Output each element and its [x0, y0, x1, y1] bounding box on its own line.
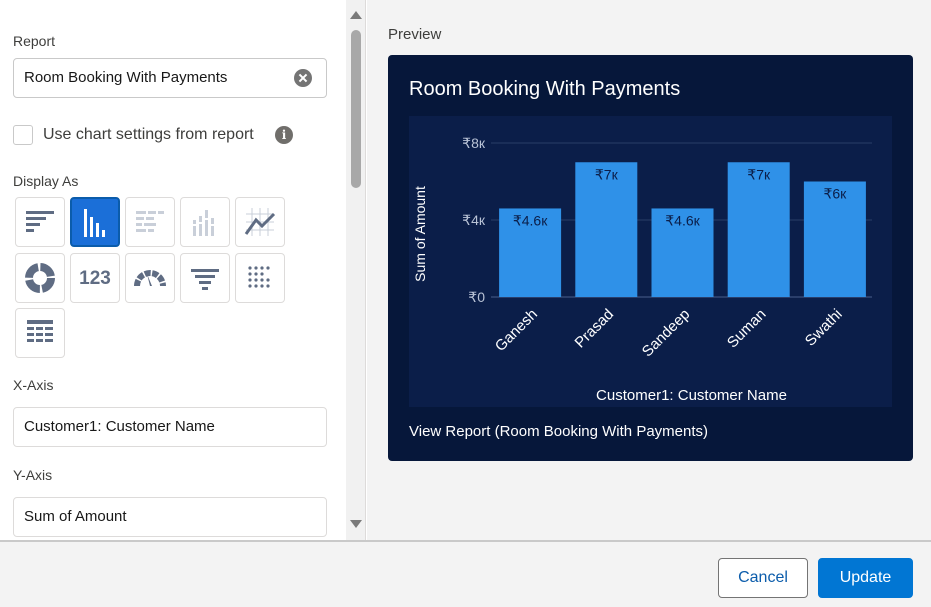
x-axis-title: Customer1: Customer Name [596, 387, 787, 404]
x-axis-label: X-Axis [13, 377, 54, 393]
cancel-button[interactable]: Cancel [718, 558, 808, 598]
y-axis-title: Sum of Amount [412, 186, 428, 282]
info-icon[interactable]: i [275, 126, 293, 144]
chart-type-scatter[interactable] [235, 253, 285, 303]
line-chart-icon [244, 208, 276, 236]
x-tick-label: Ganesh [492, 306, 541, 355]
clear-icon[interactable] [294, 69, 312, 87]
stacked-horizontal-bar-icon [136, 211, 164, 232]
x-tick-label: Swathi [802, 306, 846, 350]
vertical-bar-icon [84, 209, 105, 237]
chart-type-gauge[interactable] [125, 253, 175, 303]
data-label: ₹6к [823, 186, 847, 202]
chart-type-vertical-bar[interactable] [70, 197, 120, 247]
gauge-icon [134, 270, 166, 287]
data-label: ₹4.6к [665, 212, 700, 228]
x-tick-label: Suman [724, 306, 770, 352]
preview-card: Room Booking With Payments ₹0 ₹4к ₹8к ₹4.6к… [388, 55, 913, 461]
chart-type-stacked-horizontal-bar[interactable] [125, 197, 175, 247]
y-axis-value: Sum of Amount [24, 508, 127, 525]
display-as-label: Display As [13, 173, 79, 189]
x-axis-field[interactable]: Customer1: Customer Name [13, 407, 327, 447]
update-button[interactable]: Update [818, 558, 913, 598]
chart-type-stacked-vertical-bar[interactable] [180, 197, 230, 247]
bar [575, 162, 638, 297]
chart-type-funnel[interactable] [180, 253, 230, 303]
report-label: Report [13, 33, 56, 49]
y-tick-label: ₹8к [462, 135, 486, 151]
data-label: ₹7к [595, 166, 619, 182]
report-input-value: Room Booking With Payments [24, 69, 228, 86]
x-tick-label: Prasad [571, 306, 617, 352]
scroll-down-arrow-icon[interactable] [350, 520, 362, 528]
bar-chart: ₹0 ₹4к ₹8к ₹4.6к Ganesh ₹7к Prasad ₹4.6к Sandeep… [412, 135, 872, 404]
settings-panel: Report Room Booking With Payments Use ch… [0, 0, 366, 540]
funnel-icon [191, 269, 219, 290]
chart-type-line[interactable] [235, 197, 285, 247]
donut-chart-icon [25, 263, 55, 293]
chart-area: ₹0 ₹4к ₹8к ₹4.6к Ganesh ₹7к Prasad ₹4.6к Sandeep… [409, 116, 892, 407]
dialog-footer: Cancel Update [0, 540, 931, 607]
view-report-link[interactable]: View Report (Room Booking With Payments) [409, 423, 708, 440]
y-axis-field[interactable]: Sum of Amount [13, 497, 327, 537]
table-icon [27, 320, 53, 342]
y-tick-label: ₹4к [462, 212, 486, 228]
scroll-thumb[interactable] [351, 30, 361, 188]
scroll-up-arrow-icon[interactable] [350, 11, 362, 19]
bar [727, 162, 790, 297]
use-chart-settings-label: Use chart settings from report [43, 126, 254, 143]
preview-title: Room Booking With Payments [409, 78, 681, 100]
stacked-vertical-bar-icon [193, 210, 214, 236]
use-chart-settings-checkbox[interactable] [13, 125, 33, 145]
chart-type-metric[interactable]: 123 [70, 253, 120, 303]
report-input[interactable]: Room Booking With Payments [13, 58, 327, 98]
data-label: ₹4.6к [513, 212, 548, 228]
y-axis-label: Y-Axis [13, 467, 53, 483]
scrollbar[interactable] [346, 0, 365, 540]
x-axis-value: Customer1: Customer Name [24, 418, 215, 435]
horizontal-bar-icon [26, 211, 54, 232]
y-tick-label: ₹0 [468, 289, 485, 305]
data-label: ₹7к [747, 166, 771, 182]
edit-chart-dialog: Report Room Booking With Payments Use ch… [0, 0, 931, 607]
chart-type-donut[interactable] [15, 253, 65, 303]
preview-label: Preview [388, 26, 442, 43]
metric-icon: 123 [79, 268, 111, 289]
chart-type-horizontal-bar[interactable] [15, 197, 65, 247]
x-tick-label: Sandeep [639, 306, 693, 360]
chart-type-table[interactable] [15, 308, 65, 358]
scatter-icon [248, 266, 270, 288]
